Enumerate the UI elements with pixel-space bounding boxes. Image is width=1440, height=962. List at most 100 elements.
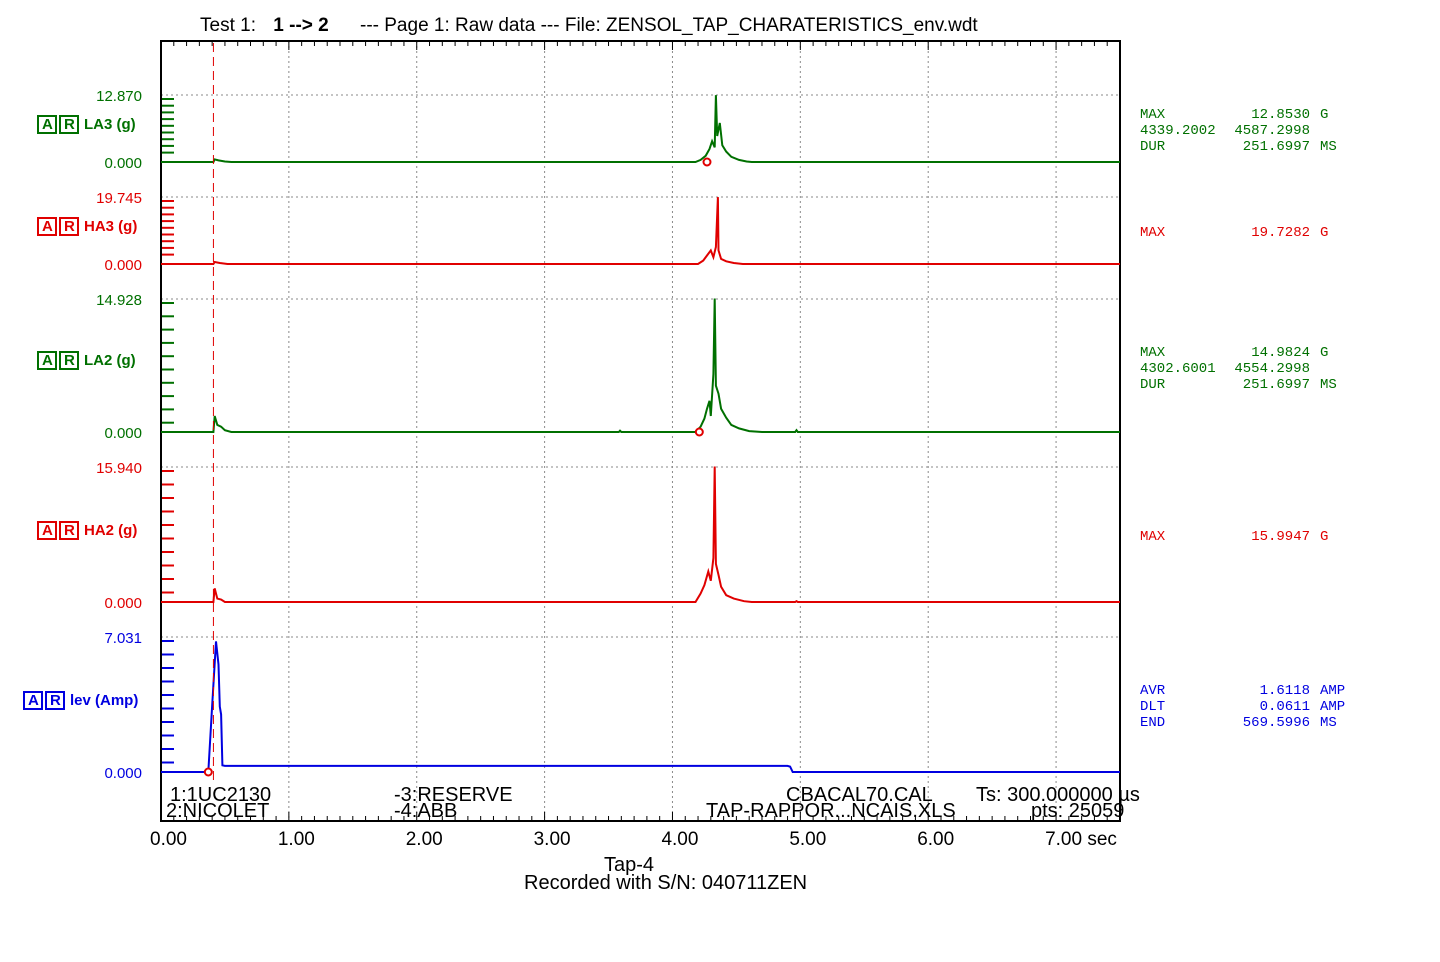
y-max-label: 15.940 [96,460,142,477]
a-toggle-button[interactable]: A [23,691,43,710]
stat-value: 1.6118 [1260,683,1310,699]
stat-value: 4554.2998 [1234,361,1310,377]
channel-0: 12.870 0.000 A R LA3 (g) MAX 12.8530 G 4339.2002… [37,88,1337,172]
stat-value: 4587.2998 [1234,123,1310,139]
stat-key: MAX [1140,225,1166,241]
stat-key: DUR [1140,139,1166,155]
y-zero-label: 0.000 [104,425,142,442]
stat-unit: G [1320,225,1328,241]
header-prefix: Test 1: [200,15,256,36]
y-max-label: 19.745 [96,190,142,207]
r-toggle-button[interactable]: R [59,115,79,134]
stat-unit: AMP [1320,699,1345,715]
stat-key: AVR [1140,683,1166,699]
x-tick-label-7: 7.00 sec [1045,829,1117,850]
stat-unit: MS [1320,715,1337,731]
channel-1: 19.745 0.000 A R HA3 (g) MAX 19.7282 G [37,190,1328,274]
a-toggle-label: A [42,218,53,235]
r-toggle-label: R [64,522,75,539]
stat-unit: G [1320,529,1328,545]
channel-name: HA3 (g) [84,218,137,235]
r-toggle-button[interactable]: R [59,521,79,540]
stat-key: MAX [1140,345,1166,361]
r-toggle-label: R [64,218,75,235]
series-line [161,466,1120,603]
channel-2: 14.928 0.000 A R LA2 (g) MAX 14.9824 G 4302.6001… [37,292,1337,442]
stat-unit: AMP [1320,683,1345,699]
stat-key: 4339.2002 [1140,123,1216,139]
r-toggle-label: R [64,116,75,133]
stat-key: MAX [1140,529,1166,545]
stat-key: 4302.6001 [1140,361,1216,377]
x-tick-label-5: 5.00 [789,829,826,850]
y-max-label: 7.031 [104,630,142,647]
x-tick-label-1: 1.00 [278,829,315,850]
header-transition: 1 --> 2 [273,15,328,36]
a-toggle-label: A [42,116,53,133]
stat-value: 251.6997 [1243,377,1310,393]
stat-key: DLT [1140,699,1165,715]
y-zero-label: 0.000 [104,155,142,172]
series-line [161,641,1120,773]
footer-info: 1:1UC2130 2:NICOLET -3:RESERVE -4:ABB CB… [166,784,1140,822]
r-toggle-button[interactable]: R [59,351,79,370]
stat-unit: G [1320,345,1328,361]
y-zero-label: 0.000 [104,765,142,782]
r-toggle-button[interactable]: R [59,217,79,236]
x-tick-label-3: 3.00 [534,829,571,850]
stat-value: 251.6997 [1243,139,1310,155]
stat-key: DUR [1140,377,1166,393]
stat-value: 569.5996 [1243,715,1310,731]
channel-2-label: 2:NICOLET [166,800,269,822]
stat-value: 0.0611 [1260,699,1310,715]
stat-value: 15.9947 [1251,529,1310,545]
header-rest: --- Page 1: Raw data --- File: ZENSOL_TA… [360,15,978,36]
report-file: TAP-RAPPOR...NCAIS.XLS [706,800,956,822]
r-toggle-button[interactable]: R [45,691,65,710]
stat-unit: MS [1320,377,1337,393]
x-axis-tick-labels: 0.00 1.00 2.00 3.00 4.00 5.00 6.00 7.00 sec [150,829,1117,850]
event-marker [694,427,704,437]
event-marker [702,157,712,167]
stat-unit: G [1320,107,1328,123]
x-tick-label-4: 4.00 [661,829,698,850]
a-toggle-button[interactable]: A [37,217,57,236]
x-tick-label-6: 6.00 [917,829,954,850]
y-max-label: 14.928 [96,292,142,309]
channel-name: HA2 (g) [84,522,137,539]
x-tick-label-2: 2.00 [406,829,443,850]
channel-4-label: -4:ABB [394,800,457,822]
y-zero-label: 0.000 [104,595,142,612]
oscillograph-chart: Test 1: 1 --> 2 --- Page 1: Raw data ---… [23,15,1345,894]
series-line [161,197,1120,265]
y-zero-label: 0.000 [104,257,142,274]
stat-value: 14.9824 [1251,345,1310,361]
a-toggle-button[interactable]: A [37,351,57,370]
a-toggle-button[interactable]: A [37,115,57,134]
channel-4: 7.031 0.000 A Rlev (Amp) AVR 1.6118 AMP DLT 0.06… [23,630,1345,782]
recorded-caption: Recorded with S/N: 040711ZEN [524,872,807,894]
x-tick-label-0: 0.00 [150,829,187,850]
channel-name: LA3 (g) [84,116,136,133]
chart-header: Test 1: 1 --> 2 --- Page 1: Raw data ---… [200,15,978,36]
stat-value: 19.7282 [1251,225,1310,241]
event-marker [203,767,213,777]
channel-traces: 12.8700.000A R LA3 (g)MAX 12.8530 G4339.2002… [23,88,1345,782]
r-toggle-label: R [50,692,61,709]
stat-key: MAX [1140,107,1166,123]
r-toggle-label: R [64,352,75,369]
a-toggle-label: A [42,522,53,539]
stat-key: END [1140,715,1165,731]
channel-name: LA2 (g) [84,352,136,369]
series-line [161,95,1120,163]
series-line [161,298,1120,433]
stat-unit: MS [1320,139,1337,155]
channel-3: 15.940 0.000 A R HA2 (g) MAX 15.9947 G [37,460,1328,612]
y-max-label: 12.870 [96,88,142,105]
a-toggle-button[interactable]: A [37,521,57,540]
point-count: pts: 25059 [1031,800,1124,822]
a-toggle-label: A [42,352,53,369]
channel-name: lev (Amp) [70,692,138,709]
a-toggle-label: A [28,692,39,709]
stat-value: 12.8530 [1251,107,1310,123]
